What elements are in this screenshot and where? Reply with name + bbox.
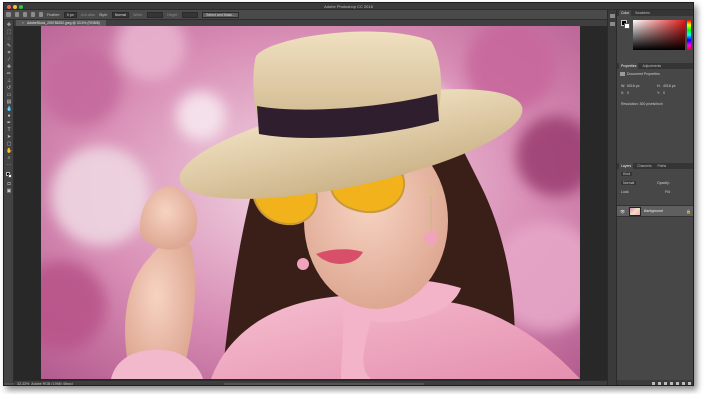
properties-panel-tabs: Properties Adjustments	[617, 63, 693, 69]
document-image[interactable]	[41, 26, 580, 379]
move-icon[interactable]: ✥	[6, 23, 12, 28]
document-properties-title: Document Properties	[627, 72, 660, 76]
add-selection-icon[interactable]	[23, 12, 27, 17]
document-tab-label: AdobeStock_205786252.jpeg @ 33.3% (RGB/8…	[26, 21, 100, 25]
marquee-tool-preset-icon[interactable]	[6, 12, 11, 17]
pen-icon[interactable]: ✒	[6, 121, 12, 126]
fill-label: Fill:	[665, 190, 671, 194]
history-brush-icon[interactable]: ↺	[6, 86, 12, 91]
portrait-photo	[41, 26, 580, 379]
style-select[interactable]: Normal	[111, 11, 130, 18]
layer-lock-icon[interactable]: 🔒	[686, 209, 691, 214]
new-layer-icon[interactable]	[682, 382, 685, 385]
opacity-label: Opacity:	[657, 181, 670, 185]
stamp-icon[interactable]: ⊥	[6, 79, 12, 84]
layer-row-background[interactable]: 👁 Background 🔒	[617, 205, 693, 217]
tab-layers[interactable]: Layers	[619, 163, 634, 169]
crop-icon[interactable]: ⌗	[6, 51, 12, 56]
lock-label: Lock:	[621, 190, 630, 194]
layer-filter-select[interactable]: Kind	[621, 172, 633, 176]
visibility-eye-icon[interactable]: 👁	[620, 209, 625, 214]
tab-channels[interactable]: Channels	[635, 163, 653, 169]
title-bar: Adobe Photoshop CC 2018	[4, 3, 693, 10]
layer-name[interactable]: Background	[644, 209, 663, 213]
layer-style-icon[interactable]	[658, 382, 661, 385]
blur-icon[interactable]: 💧	[6, 107, 12, 112]
tab-swatches[interactable]: Swatches	[633, 10, 652, 16]
style-label: Style:	[99, 12, 108, 17]
x-value[interactable]: 0	[627, 91, 629, 95]
tab-adjustments[interactable]: Adjustments	[640, 63, 663, 69]
dodge-icon[interactable]: ●	[6, 114, 12, 119]
lasso-icon[interactable]: ◌	[6, 37, 12, 42]
height-label: Height:	[167, 12, 179, 17]
shape-icon[interactable]: ▢	[6, 142, 12, 147]
canvas-area[interactable]	[14, 26, 607, 380]
width-input[interactable]	[147, 11, 164, 18]
link-layers-icon[interactable]	[652, 382, 655, 385]
adjustment-layer-icon[interactable]	[670, 382, 673, 385]
document-info[interactable]: Adobe RGB (1998) (8bpc)	[31, 382, 73, 385]
blend-mode-select[interactable]: Normal	[621, 181, 637, 185]
color-field[interactable]	[633, 20, 685, 50]
y-value[interactable]: 0	[663, 91, 665, 95]
path-select-icon[interactable]: ➤	[6, 135, 12, 140]
color-background-swatch[interactable]	[624, 23, 630, 29]
eyedropper-icon[interactable]: ⁄	[6, 58, 12, 63]
options-bar: Feather: 0 px Anti-alias Style: Normal W…	[4, 10, 693, 20]
horizontal-scrollbar[interactable]	[224, 383, 424, 385]
tab-properties[interactable]: Properties	[619, 63, 639, 69]
panels-column: Color Swatches Properties Adjustments Do…	[617, 10, 693, 385]
status-bar: 33.33% Adobe RGB (1998) (8bpc)	[14, 380, 607, 385]
zoom-level[interactable]: 33.33%	[17, 382, 29, 385]
feather-input[interactable]: 0 px	[64, 11, 77, 18]
w-value[interactable]: 6016 px	[627, 84, 639, 88]
hue-slider[interactable]	[687, 20, 691, 50]
brush-icon[interactable]: ✏	[6, 72, 12, 77]
hand-icon[interactable]: ✋	[6, 149, 12, 154]
intersect-selection-icon[interactable]	[39, 12, 43, 17]
layers-footer	[617, 380, 693, 385]
color-panel-tabs: Color Swatches	[617, 10, 693, 16]
w-label: W:	[621, 84, 626, 88]
photoshop-window: Adobe Photoshop CC 2018 Feather: 0 px An…	[3, 2, 694, 386]
zoom-icon[interactable]: ⌕	[6, 156, 12, 161]
brush-panel-icon[interactable]	[610, 22, 615, 26]
layer-thumbnail	[629, 207, 641, 216]
new-selection-icon[interactable]	[15, 12, 19, 17]
anti-alias-checkbox[interactable]: Anti-alias	[81, 13, 95, 17]
background-color-swatch[interactable]	[8, 174, 12, 178]
tab-color[interactable]: Color	[619, 10, 632, 16]
select-and-mask-button[interactable]: Select and Mask...	[202, 11, 239, 18]
y-label: Y:	[657, 91, 661, 95]
more-tools-icon[interactable]: ⋯	[6, 163, 12, 168]
type-icon[interactable]: T	[6, 128, 12, 133]
new-group-icon[interactable]	[676, 382, 679, 385]
tools-panel: ✥ ⬚ ◌ ✎ ⌗ ⁄ ✚ ✏ ⊥ ↺ ▭ ▤ 💧 ● ✒ T ➤ ▢ ✋ ⌕ …	[4, 20, 14, 383]
tab-paths[interactable]: Paths	[656, 163, 669, 169]
close-tab-icon[interactable]: ×	[22, 21, 24, 25]
delete-layer-icon[interactable]	[688, 382, 691, 385]
quick-select-icon[interactable]: ✎	[6, 44, 12, 49]
history-panel-icon[interactable]	[610, 14, 615, 18]
window-title: Adobe Photoshop CC 2018	[324, 4, 373, 9]
gradient-icon[interactable]: ▤	[6, 100, 12, 105]
subtract-selection-icon[interactable]	[31, 12, 35, 17]
add-mask-icon[interactable]	[664, 382, 667, 385]
h-label: H:	[657, 84, 661, 88]
resolution-text: Resolution: 300 pixels/inch	[621, 102, 663, 106]
panel-dock	[607, 10, 617, 385]
width-label: Width:	[133, 12, 144, 17]
feather-label: Feather:	[47, 12, 61, 17]
x-label: X:	[621, 91, 625, 95]
marquee-icon[interactable]: ⬚	[6, 30, 12, 35]
layers-panel-tabs: Layers Channels Paths	[617, 163, 693, 169]
healing-icon[interactable]: ✚	[6, 65, 12, 70]
height-input[interactable]	[182, 11, 199, 18]
document-properties-icon	[620, 72, 625, 76]
h-value[interactable]: 4016 px	[663, 84, 675, 88]
screen-mode-icon[interactable]: ▣	[6, 189, 12, 194]
eraser-icon[interactable]: ▭	[6, 93, 12, 98]
quick-mask-icon[interactable]: ◘	[6, 182, 12, 187]
